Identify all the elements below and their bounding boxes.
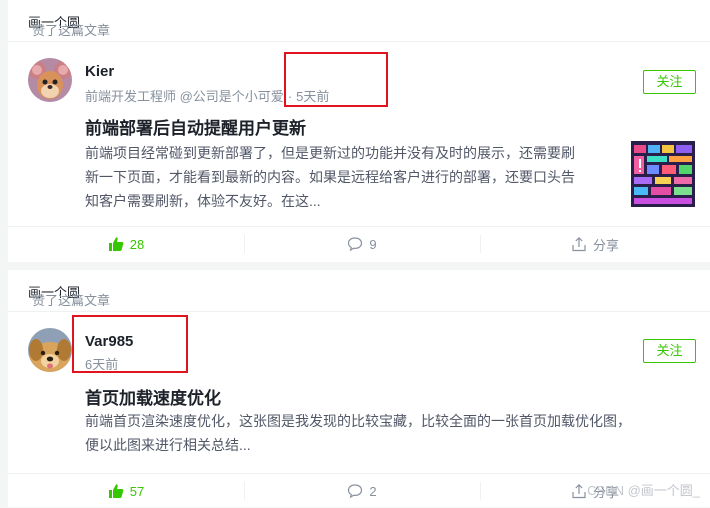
post-time: 6天前 [85,357,119,372]
divider [8,311,710,312]
share-icon [572,483,586,499]
author-name[interactable]: Kier [85,63,114,80]
feed-card: 画一个圆 赞了这篇文章 Var985 6天前 关注 首页加载速度优化 前端首页渲染… [8,270,710,507]
thumbs-up-icon [108,237,124,251]
action-bar: 28 9 分享 [8,227,710,261]
share-icon [572,236,586,252]
like-button[interactable]: 28 [8,227,244,261]
article-title[interactable]: 首页加载速度优化 [85,384,221,409]
meta-separator: · [287,89,293,104]
excerpt-line: 知客户需要刷新，体验不友好。在这... [85,193,321,209]
like-count: 28 [129,236,145,252]
liked-by-row: 画一个圆 赞了这篇文章 [28,282,110,308]
author-name[interactable]: Var985 [85,333,133,350]
excerpt-line: 新一下页面，才能看到最新的内容。如果是远程给客户进行的部署，还要口头告 [85,169,575,185]
liked-by-row: 画一个圆 赞了这篇文章 [28,12,110,38]
share-button[interactable]: 分享 [480,227,710,261]
comment-count: 9 [369,236,377,252]
thumbs-up-icon [108,484,124,498]
author-meta: 前端开发工程师 @公司是个小可爱 · 5天前 [85,86,329,105]
author-meta: 6天前 [85,354,118,373]
share-label: 分享 [592,237,619,253]
comment-bubble-icon [348,484,363,499]
avatar[interactable] [28,328,72,372]
watermark: CSDN @画一个圆_ [587,483,700,498]
article-thumbnail[interactable] [631,141,695,207]
divider [8,41,710,42]
jerry-avatar-icon [28,58,72,102]
article-excerpt[interactable]: 前端首页渲染速度优化，这张图是我发现的比较宝藏，比较全面的一张首页加载优化图， … [85,409,695,457]
comment-button[interactable]: 2 [244,474,480,508]
follow-button[interactable]: 关注 [643,339,696,363]
comment-button[interactable]: 9 [244,227,480,261]
article-excerpt[interactable]: 前端项目经常碰到更新部署了，但是更新过的功能并没有及时的展示，还需要刷 新一下页… [85,141,625,213]
author-title: 前端开发工程师 @公司是个小可爱 [85,89,284,104]
excerpt-line: 前端首页渲染速度优化，这张图是我发现的比较宝藏，比较全面的一张首页加载优化图， [85,413,631,429]
dog-avatar-icon [28,328,72,372]
like-button[interactable]: 57 [8,474,244,508]
comment-count: 2 [369,483,377,499]
follow-button[interactable]: 关注 [643,70,696,94]
comment-bubble-icon [348,237,363,252]
excerpt-line: 前端项目经常碰到更新部署了，但是更新过的功能并没有及时的展示，还需要刷 [85,145,575,161]
like-count: 57 [129,483,145,499]
excerpt-line: 便以此图来进行相关总结... [85,437,251,453]
post-time: 5天前 [296,89,330,104]
feed-card: 画一个圆 赞了这篇文章 Kier 前端开发工程师 @公司是个小可爱 · 5天前 关注 … [8,0,710,262]
article-title[interactable]: 前端部署后自动提醒用户更新 [85,114,306,139]
avatar[interactable] [28,58,72,102]
